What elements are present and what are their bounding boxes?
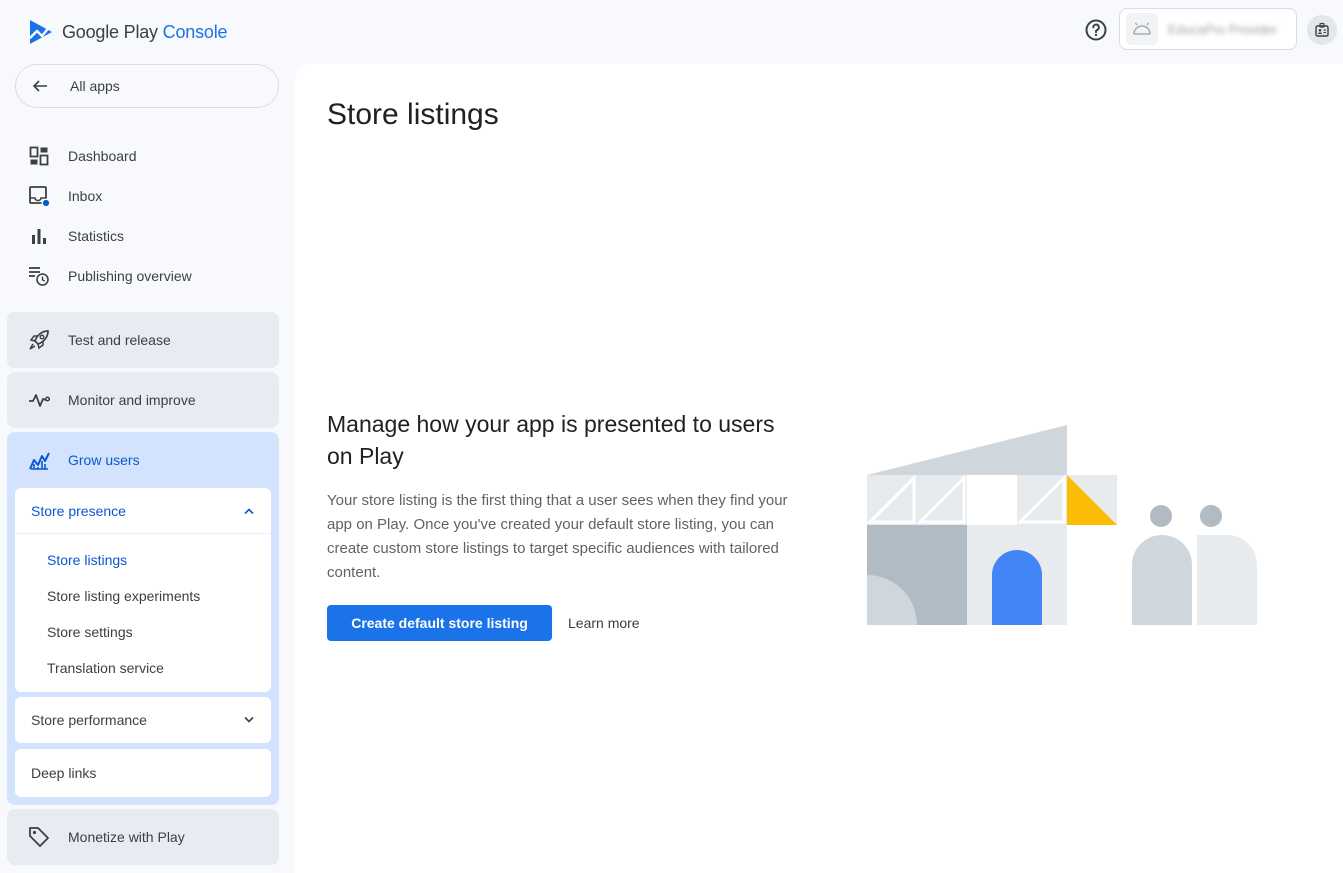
grow-users-header[interactable]: Grow users xyxy=(28,448,140,472)
create-default-store-listing-button[interactable]: Create default store listing xyxy=(327,605,552,641)
sidebar-section-test-and-release[interactable]: Test and release xyxy=(7,312,279,368)
tag-icon xyxy=(28,826,50,848)
android-icon xyxy=(1133,22,1151,35)
sidebar-item-label: Statistics xyxy=(68,228,125,244)
arrow-back-icon xyxy=(32,80,47,92)
store-performance-label: Store performance xyxy=(31,712,147,728)
deep-links-label: Deep links xyxy=(31,765,97,781)
vitals-icon xyxy=(28,389,50,411)
sidebar-link-store-settings[interactable]: Store settings xyxy=(15,614,271,650)
section-label: Grow users xyxy=(68,452,140,468)
developer-avatar xyxy=(1126,13,1158,45)
sidebar-link-translation-service[interactable]: Translation service xyxy=(15,650,271,686)
sidebar-item-inbox[interactable]: Inbox xyxy=(28,184,102,208)
sidebar-item-publishing-overview[interactable]: Publishing overview xyxy=(28,264,192,288)
sidebar-item-label: Publishing overview xyxy=(68,268,192,284)
sidebar-item-dashboard[interactable]: Dashboard xyxy=(28,144,137,168)
sidebar-link-store-listings[interactable]: Store listings xyxy=(15,542,271,578)
sidebar-section-grow-users: Grow users Store presence Store listings… xyxy=(7,432,279,805)
store-illustration xyxy=(867,425,1257,625)
bar-chart-icon xyxy=(28,225,50,247)
store-presence-group: Store presence Store listings Store list… xyxy=(15,488,271,692)
main-content: Store listings Manage how your app is pr… xyxy=(295,64,1343,873)
publishing-overview-icon xyxy=(28,265,50,287)
sidebar-section-monetize-with-play[interactable]: Monetize with Play xyxy=(7,809,279,865)
sidebar-item-label: Inbox xyxy=(68,188,103,204)
page-title: Store listings xyxy=(327,98,499,131)
all-apps-label: All apps xyxy=(70,78,120,94)
sidebar-link-store-listing-experiments[interactable]: Store listing experiments xyxy=(15,578,271,614)
section-label: Test and release xyxy=(68,332,171,348)
rocket-icon xyxy=(28,329,50,351)
dashboard-icon xyxy=(28,145,50,167)
developer-account-name: EducaPro Provider xyxy=(1168,21,1278,37)
section-label: Monetize with Play xyxy=(68,829,185,845)
account-badge-icon xyxy=(1315,22,1329,37)
learn-more-link[interactable]: Learn more xyxy=(568,615,640,631)
section-label: Monitor and improve xyxy=(68,392,196,408)
sidebar-section-monitor-and-improve[interactable]: Monitor and improve xyxy=(7,372,279,428)
logo-text: Google Play Console xyxy=(62,21,228,42)
store-presence-label: Store presence xyxy=(31,502,126,519)
empty-state-heading: Manage how your app is presented to user… xyxy=(327,411,775,469)
chevron-down-icon xyxy=(244,716,254,723)
empty-state-description: Your store listing is the first thing th… xyxy=(327,492,788,581)
help-button[interactable] xyxy=(1084,18,1108,42)
deep-links-row[interactable]: Deep links xyxy=(15,749,271,797)
chevron-up-icon xyxy=(244,507,254,514)
store-presence-toggle[interactable]: Store presence xyxy=(15,488,271,534)
sidebar-item-statistics[interactable]: Statistics xyxy=(28,224,124,248)
sidebar-item-label: Dashboard xyxy=(68,148,137,164)
inbox-icon xyxy=(28,185,50,207)
store-performance-toggle[interactable]: Store performance xyxy=(15,697,271,743)
profile-button[interactable] xyxy=(1307,15,1337,45)
help-circle-icon xyxy=(1085,19,1107,41)
store-performance-group[interactable]: Store performance xyxy=(15,697,271,743)
play-console-logo[interactable]: Google Play Console xyxy=(28,18,228,46)
account-switcher[interactable]: EducaPro Provider xyxy=(1119,8,1297,50)
grow-users-icon xyxy=(28,449,50,471)
deep-links-item[interactable]: Deep links xyxy=(15,749,271,797)
all-apps-button[interactable]: All apps xyxy=(15,64,279,108)
play-console-logo-icon xyxy=(29,20,52,44)
